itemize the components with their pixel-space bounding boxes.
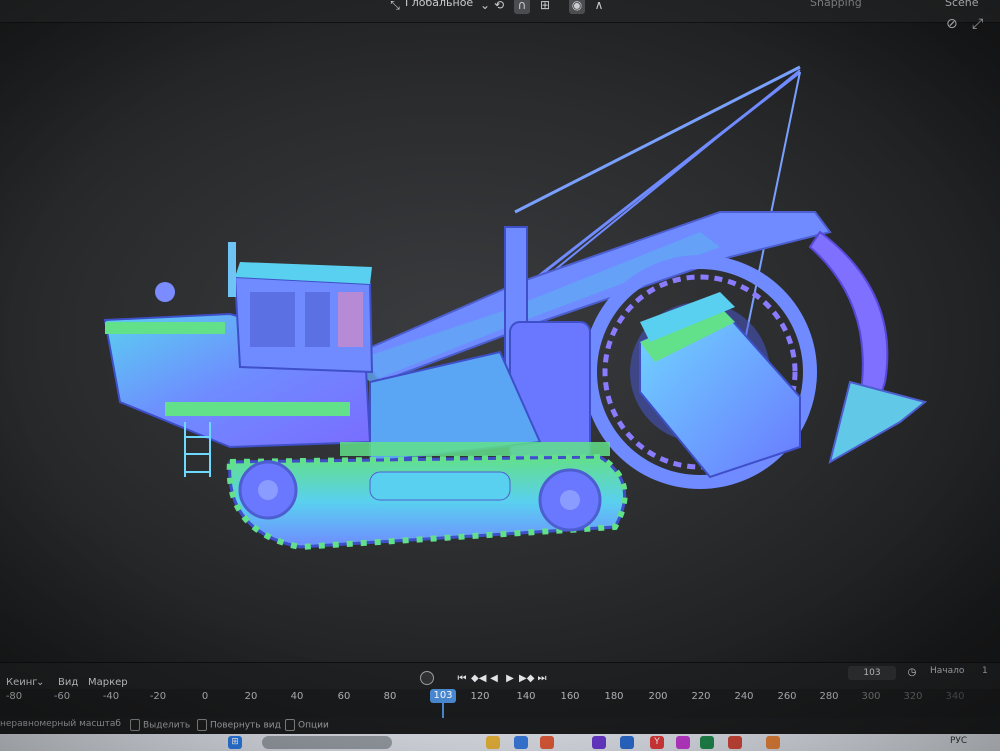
pivot-icon[interactable]: ⟲ — [492, 0, 506, 12]
tick-label: 200 — [648, 691, 668, 702]
mail-icon[interactable] — [620, 736, 634, 749]
status-bar: неравномерный масштаб Выделить Повернуть… — [0, 718, 1000, 734]
3d-viewport[interactable] — [0, 22, 1000, 662]
chevron-down-icon: ⌄ — [479, 0, 491, 12]
tick-label: 140 — [516, 691, 536, 702]
blender-icon[interactable] — [766, 736, 780, 749]
windows-start-icon[interactable]: ⊞ — [228, 736, 242, 749]
tick-label: 260 — [777, 691, 797, 702]
tick-label: 320 — [903, 691, 923, 702]
snap-target-icon[interactable]: ⊞ — [538, 0, 552, 12]
mouse-left-icon — [130, 719, 140, 731]
play-icon[interactable]: ▶ — [504, 672, 516, 686]
app-icon[interactable] — [514, 736, 528, 749]
app-icon[interactable] — [728, 736, 742, 749]
play-reverse-icon[interactable]: ◀ — [488, 672, 500, 686]
os-taskbar: ⊞ Y РУС — [0, 734, 1000, 751]
status-hint-select: Выделить — [143, 720, 191, 731]
jump-start-icon[interactable]: ⏮ — [456, 672, 468, 686]
app-icon[interactable] — [540, 736, 554, 749]
mouse-middle-icon — [197, 719, 207, 731]
tick-label: 180 — [604, 691, 624, 702]
next-keyframe-icon[interactable]: ▶◆ — [519, 672, 534, 686]
frame-ruler[interactable]: -80 -60 -40 -20 0 20 40 60 80 120 140 16… — [0, 689, 1000, 731]
app-icon[interactable] — [676, 736, 690, 749]
tick-label: 300 — [861, 691, 881, 702]
app-icon[interactable] — [592, 736, 606, 749]
tick-label: 80 — [383, 691, 397, 702]
menu-keying[interactable]: Кеинг — [6, 677, 38, 688]
status-hint-rotate: Повернуть вид — [210, 720, 281, 731]
orientation-dropdown[interactable]: Глобальное — [405, 0, 473, 9]
timeline-panel: Кеинг ⌄ Вид Маркер ⏮ ◆◀ ◀ ▶ ▶◆ ⏭ 103 ◷ Н… — [0, 662, 1000, 731]
playhead-frame[interactable]: 103 — [430, 689, 456, 703]
status-hint-options: Опции — [298, 720, 329, 731]
tick-label: 20 — [244, 691, 258, 702]
tick-label: -60 — [53, 691, 71, 702]
start-value[interactable]: 1 — [982, 666, 988, 676]
falloff-icon[interactable]: ∧ — [592, 0, 606, 12]
viewport-header: ⤡ Глобальное ⌄ ⟲ ∩ ⊞ ◉ ∧ Snapping Scene — [0, 0, 1000, 23]
language-indicator[interactable]: РУС — [950, 736, 967, 746]
excel-icon[interactable] — [700, 736, 714, 749]
tick-label: 220 — [691, 691, 711, 702]
current-frame-field[interactable]: 103 — [848, 666, 896, 680]
tick-label: 340 — [945, 691, 965, 702]
tick-label: -80 — [5, 691, 23, 702]
tick-label: 40 — [290, 691, 304, 702]
search-box[interactable] — [262, 736, 392, 749]
tick-label: 60 — [337, 691, 351, 702]
crawler-track — [226, 442, 628, 551]
scene-label[interactable]: Scene — [945, 0, 979, 9]
tick-label: -20 — [149, 691, 167, 702]
snapping-label[interactable]: Snapping — [810, 0, 862, 9]
tick-label: 120 — [470, 691, 490, 702]
yandex-icon[interactable]: Y — [650, 736, 664, 749]
move-arrows-icon[interactable]: ⤡ — [388, 0, 402, 12]
mouse-right-icon — [285, 719, 295, 731]
clock-icon: ◷ — [907, 667, 917, 678]
tick-label: 0 — [201, 691, 209, 702]
start-label: Начало — [930, 666, 965, 676]
circle-dot-icon: ◉ — [571, 0, 583, 12]
menu-marker[interactable]: Маркер — [88, 677, 128, 688]
tick-label: -40 — [102, 691, 120, 702]
jump-end-icon[interactable]: ⏭ — [536, 672, 548, 686]
tick-label: 160 — [560, 691, 580, 702]
prev-keyframe-icon[interactable]: ◆◀ — [471, 672, 486, 686]
tick-label: 280 — [819, 691, 839, 702]
trencher-model — [103, 65, 928, 551]
file-explorer-icon[interactable] — [486, 736, 500, 749]
status-hint-scale: неравномерный масштаб — [0, 719, 121, 729]
record-button[interactable] — [420, 671, 434, 685]
magnet-icon: ∩ — [517, 0, 527, 12]
tick-label: 240 — [734, 691, 754, 702]
menu-view[interactable]: Вид — [58, 677, 78, 688]
chevron-down-icon: ⌄ — [36, 677, 45, 688]
